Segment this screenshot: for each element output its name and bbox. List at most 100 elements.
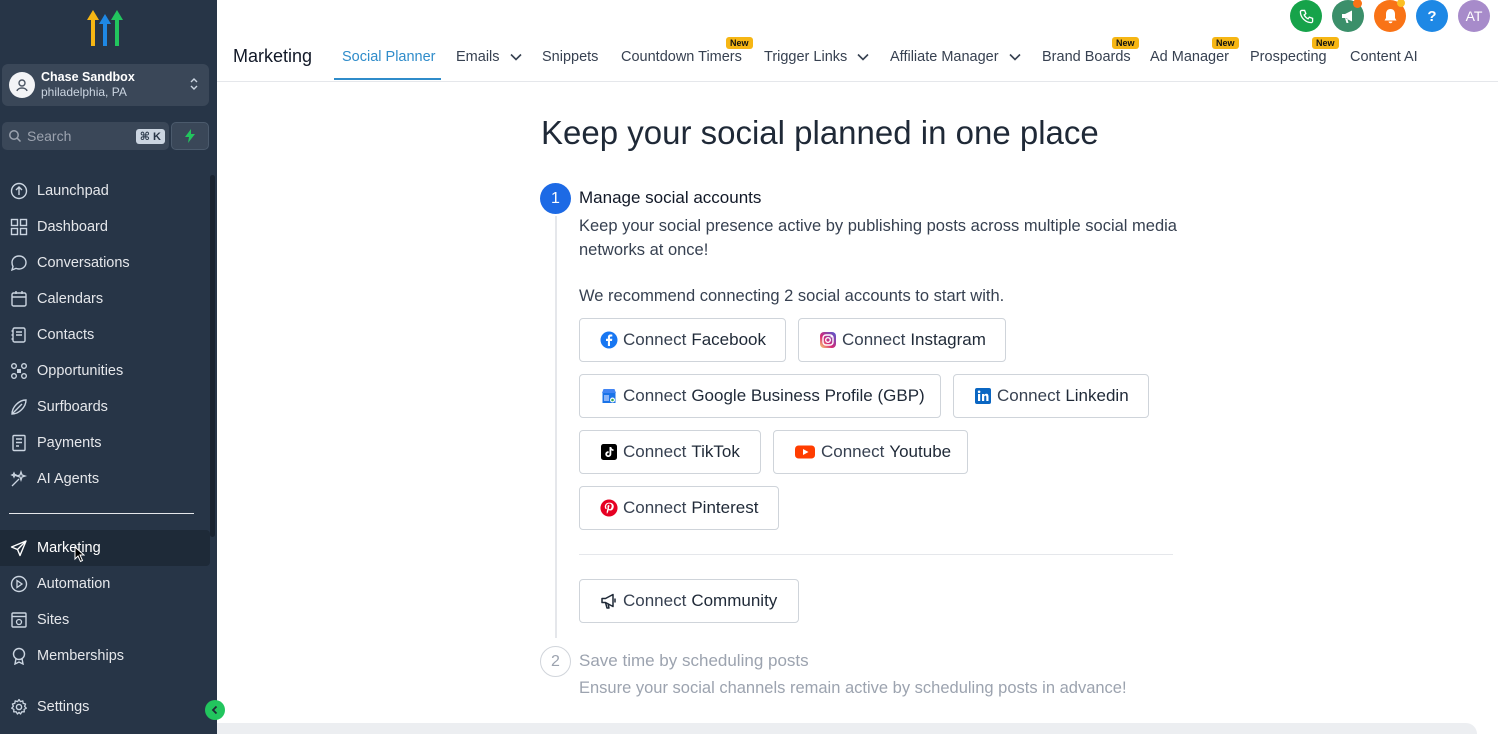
announcements-button[interactable] <box>1332 0 1364 32</box>
surfboard-icon <box>9 397 29 417</box>
connect-prefix: Connect <box>842 330 906 349</box>
network-name: Instagram <box>910 330 986 349</box>
sidebar-item-surfboards[interactable]: Surfboards <box>0 389 210 425</box>
connect-prefix: Connect <box>623 330 687 349</box>
dashboard-icon <box>9 217 29 237</box>
sidebar-item-payments[interactable]: Payments <box>0 425 210 461</box>
quick-actions-button[interactable] <box>171 122 209 150</box>
tab-brand-boards[interactable]: Brand Boards <box>1042 49 1131 65</box>
tab-emails[interactable]: Emails <box>456 49 522 65</box>
sidebar-item-label: Calendars <box>37 291 104 307</box>
step-2-indicator: 2 <box>540 646 571 677</box>
connect-youtube-button[interactable]: Connect Youtube <box>773 430 968 474</box>
step-1-indicator: 1 <box>540 183 571 214</box>
search-input[interactable]: Search ⌘ K <box>2 122 169 150</box>
connect-prefix: Connect <box>623 498 687 517</box>
chat-icon <box>9 253 29 273</box>
tab-snippets[interactable]: Snippets <box>542 49 598 65</box>
bottom-panel-edge <box>217 723 1477 734</box>
logo-icon[interactable] <box>84 8 126 48</box>
user-initials: AT <box>1465 8 1483 24</box>
tab-label: Affiliate Manager <box>890 49 999 65</box>
tab-countdown-timers[interactable]: Countdown Timers <box>621 49 742 65</box>
sidebar-item-label: Sites <box>37 612 70 628</box>
step-1-title: Manage social accounts <box>579 188 762 207</box>
notifications-button[interactable] <box>1374 0 1406 32</box>
chevron-down-icon <box>1009 54 1021 61</box>
connect-instagram-button[interactable]: Connect Instagram <box>798 318 1006 362</box>
user-avatar[interactable]: AT <box>1458 0 1490 32</box>
tab-label: Emails <box>456 49 500 65</box>
step-connector-line <box>555 216 557 638</box>
network-name: Youtube <box>889 442 952 461</box>
sidebar-item-dashboard[interactable]: Dashboard <box>0 209 210 245</box>
sidebar-item-memberships[interactable]: Memberships <box>0 638 210 674</box>
connect-facebook-button[interactable]: Connect Facebook <box>579 318 786 362</box>
sidebar-item-label: Automation <box>37 576 111 592</box>
new-badge: New <box>1312 37 1339 49</box>
megaphone-icon <box>600 592 618 610</box>
sidebar-item-marketing[interactable]: Marketing <box>0 530 210 566</box>
collapse-sidebar-button[interactable] <box>205 700 225 720</box>
new-badge: New <box>726 37 753 49</box>
sidebar-item-ai-agents[interactable]: AI Agents <box>0 461 210 497</box>
mouse-cursor-icon <box>74 546 85 563</box>
sidebar-item-label: Launchpad <box>37 183 109 199</box>
tab-label: Trigger Links <box>764 49 848 65</box>
connect-pinterest-button[interactable]: Connect Pinterest <box>579 486 779 530</box>
tab-prospecting[interactable]: Prospecting <box>1250 49 1327 65</box>
sidebar: Chase Sandbox philadelphia, PA Search ⌘ … <box>0 0 217 734</box>
calendar-icon <box>9 289 29 309</box>
step-2-title: Save time by scheduling posts <box>579 651 809 670</box>
connect-prefix: Connect <box>623 442 687 461</box>
notification-dot <box>1353 0 1362 8</box>
search-shortcut: ⌘ K <box>135 128 165 144</box>
recommendation-text: We recommend connecting 2 social account… <box>579 287 1005 305</box>
connect-tiktok-button[interactable]: Connect TikTok <box>579 430 761 474</box>
tab-social-planner[interactable]: Social Planner <box>342 49 436 65</box>
page-title: Marketing <box>233 46 313 66</box>
connect-linkedin-button[interactable]: Connect Linkedin <box>953 374 1149 418</box>
sidebar-scrollbar[interactable] <box>210 175 215 537</box>
connect-community-button[interactable]: Connect Community <box>579 579 799 623</box>
connect-google-business-button[interactable]: Connect Google Business Profile (GBP) <box>579 374 941 418</box>
connect-prefix: Connect <box>821 442 885 461</box>
sidebar-item-sites[interactable]: Sites <box>0 602 210 638</box>
sidebar-item-calendars[interactable]: Calendars <box>0 281 210 317</box>
phone-button[interactable] <box>1290 0 1322 32</box>
new-badge: New <box>1212 37 1239 49</box>
youtube-icon <box>794 443 816 461</box>
sidebar-item-label: Dashboard <box>37 219 108 235</box>
account-switcher[interactable]: Chase Sandbox philadelphia, PA <box>2 64 209 106</box>
sidebar-item-label: Memberships <box>37 648 125 664</box>
sidebar-item-settings[interactable]: Settings <box>0 689 210 725</box>
search-placeholder: Search <box>27 128 72 144</box>
sidebar-item-contacts[interactable]: Contacts <box>0 317 210 353</box>
sidebar-item-label: AI Agents <box>37 471 100 487</box>
ai-agents-icon <box>9 469 29 489</box>
connect-prefix: Connect <box>623 386 687 405</box>
gear-icon <box>9 697 29 717</box>
lightning-icon <box>185 129 195 143</box>
sidebar-item-automation[interactable]: Automation <box>0 566 210 602</box>
tab-content-ai[interactable]: Content AI <box>1350 49 1418 65</box>
sidebar-item-label: Settings <box>37 699 90 715</box>
contacts-icon <box>9 325 29 345</box>
sidebar-item-opportunities[interactable]: Opportunities <box>0 353 210 389</box>
network-name: Linkedin <box>1065 386 1129 405</box>
sidebar-item-launchpad[interactable]: Launchpad <box>0 173 210 209</box>
help-button[interactable]: ? <box>1416 0 1448 32</box>
launchpad-icon <box>9 181 29 201</box>
section-divider <box>579 554 1173 555</box>
new-badge: New <box>1112 37 1139 49</box>
payments-icon <box>9 433 29 453</box>
megaphone-icon <box>1342 10 1352 23</box>
search-icon <box>8 129 22 143</box>
bell-icon <box>1384 9 1396 24</box>
sidebar-item-conversations[interactable]: Conversations <box>0 245 210 281</box>
tab-ad-manager[interactable]: Ad Manager <box>1150 49 1229 65</box>
notification-dot <box>1397 0 1405 7</box>
sidebar-item-label: Payments <box>37 435 102 451</box>
tab-affiliate-manager[interactable]: Affiliate Manager <box>890 49 1021 65</box>
tab-trigger-links[interactable]: Trigger Links <box>764 49 869 65</box>
